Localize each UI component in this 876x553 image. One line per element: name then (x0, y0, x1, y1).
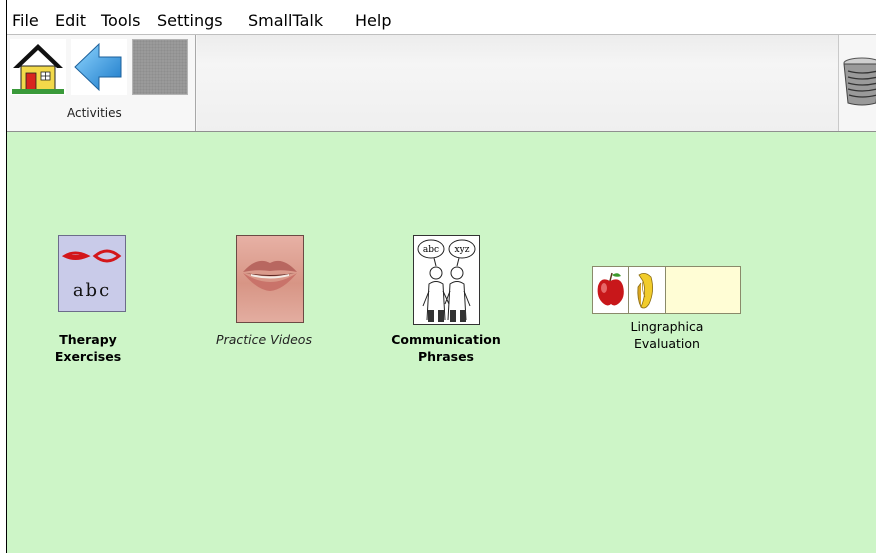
communication-phrases-image: abc xyz (413, 235, 480, 325)
mouth-video-icon (243, 260, 297, 291)
disabled-button (132, 39, 188, 95)
navigation-panel: Activities (6, 35, 196, 131)
activity-therapy-exercises[interactable]: abc Therapy Exercises (36, 233, 140, 368)
therapy-exercises-image: abc (58, 235, 126, 312)
toolbar: Activities (6, 34, 876, 132)
app-window: File Edit Tools Settings SmallTalk Help (6, 0, 876, 553)
activity-communication-phrases[interactable]: abc xyz Communication Phrases (386, 233, 506, 368)
therapy-exercises-label-line2: Exercises (54, 349, 122, 364)
activity-practice-videos[interactable]: Practice Videos (204, 233, 324, 353)
message-area[interactable] (197, 35, 839, 131)
menu-bar: File Edit Tools Settings SmallTalk Help (6, 0, 876, 34)
trash-button[interactable] (840, 57, 876, 107)
lingraphica-evaluation-image (592, 266, 741, 314)
menu-help[interactable]: Help (355, 11, 391, 31)
activity-lingraphica-evaluation[interactable]: Lingraphica Evaluation (592, 266, 742, 358)
therapy-exercises-label-line1: Therapy (59, 332, 117, 347)
trash-can-icon (843, 57, 876, 106)
communication-phrases-label-line1: Communication (391, 332, 501, 347)
menu-smalltalk[interactable]: SmallTalk (248, 11, 323, 31)
menu-edit[interactable]: Edit (55, 11, 86, 31)
speech-bubbles-people-icon: abc xyz (417, 239, 476, 322)
lingraphica-evaluation-label-line1: Lingraphica (630, 319, 704, 334)
home-icon (12, 44, 64, 94)
abc-text: abc (72, 280, 112, 301)
menu-settings[interactable]: Settings (157, 11, 223, 31)
lingraphica-evaluation-label-line2: Evaluation (634, 336, 700, 351)
practice-videos-label: Practice Videos (216, 332, 312, 347)
home-button[interactable] (10, 39, 66, 95)
apple-banana-icon (597, 272, 653, 309)
practice-videos-image (236, 235, 304, 323)
menu-tools[interactable]: Tools (101, 11, 140, 31)
back-button[interactable] (71, 39, 127, 95)
communication-phrases-label-line2: Phrases (417, 349, 475, 364)
back-arrow-icon (74, 42, 122, 92)
activities-grid: abc Therapy Exercises Practice Videos ab… (6, 132, 876, 553)
menu-file[interactable]: File (12, 11, 39, 31)
bubble-abc: abc (423, 245, 439, 255)
bubble-xyz: xyz (455, 245, 470, 255)
current-activity-label: Activities (67, 106, 122, 120)
